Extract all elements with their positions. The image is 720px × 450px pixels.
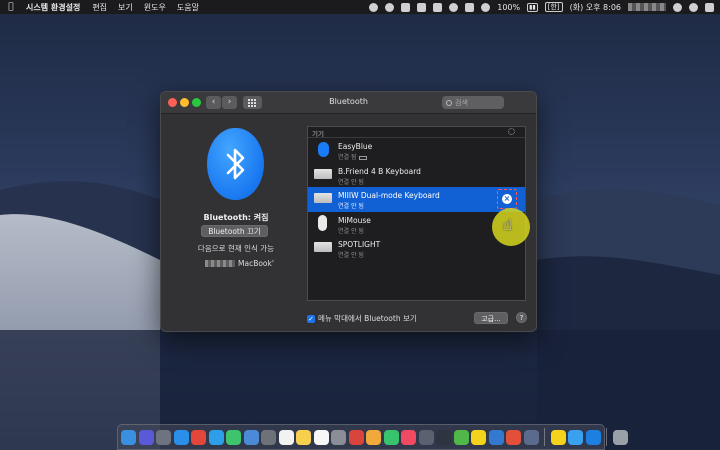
devices-header: 기기 (308, 127, 525, 138)
app-menu[interactable]: 시스템 환경설정 (26, 2, 80, 13)
reminders-icon[interactable] (313, 429, 329, 445)
input-source-icon[interactable]: [한] (544, 2, 563, 12)
battery-percent[interactable]: 100% (497, 3, 520, 12)
calendar-icon[interactable] (278, 429, 294, 445)
screen-record-icon[interactable] (401, 2, 411, 12)
teamviewer-icon[interactable] (585, 429, 601, 445)
keyboard-icon (314, 242, 332, 252)
device-status: 연결 안 됨 (338, 203, 364, 210)
messages-icon[interactable] (383, 429, 399, 445)
keynote-icon[interactable] (331, 429, 346, 445)
device-status: 연결 안 됨 (338, 227, 364, 235)
menu-help[interactable]: 도움말 (177, 2, 199, 13)
battery-icon[interactable]: ▮▮ (527, 2, 538, 12)
scanning-spinner-icon (508, 128, 515, 135)
device-name: EasyBlue (338, 142, 373, 151)
dock (117, 424, 628, 450)
image-capture-icon[interactable] (261, 429, 276, 445)
dropbox-icon[interactable] (417, 2, 427, 12)
menu-window[interactable]: 윈도우 (144, 2, 166, 13)
safari-icon[interactable] (173, 429, 189, 445)
photo-booth-icon[interactable] (348, 429, 364, 445)
app-store-icon[interactable] (208, 429, 224, 445)
notification-center-icon[interactable] (705, 2, 714, 12)
pointing-hand-cursor-icon: ☝ (503, 216, 513, 234)
kakaotalk-icon[interactable] (471, 429, 486, 445)
bluetooth-status: Bluetooth: 켜짐 (203, 213, 269, 222)
preview-icon[interactable] (243, 429, 259, 445)
device-name: MIIIW Dual-mode Keyboard (338, 191, 440, 200)
device-status: 연결 안 됨 (338, 178, 364, 186)
device-row[interactable]: SPOTLIGHT 연결 안 됨 (308, 236, 525, 261)
feedly-icon[interactable] (226, 429, 241, 445)
bluetooth-logo-icon (207, 128, 264, 200)
apple-menu-icon[interactable]:  (6, 2, 16, 12)
messages-status-icon[interactable] (369, 2, 379, 12)
advanced-button[interactable]: 고급... (474, 312, 508, 324)
show-in-menubar-label: 메뉴 막대에서 Bluetooth 보기 (318, 314, 417, 323)
activity-monitor-icon[interactable] (436, 429, 451, 445)
menu-edit[interactable]: 편집 (92, 2, 107, 13)
mouse-icon (318, 214, 327, 231)
battery-level-icon (359, 155, 368, 160)
evernote-icon[interactable] (453, 429, 469, 445)
show-in-menubar-checkbox[interactable]: ✓ 메뉴 막대에서 Bluetooth 보기 (307, 313, 417, 324)
search-input[interactable] (455, 98, 501, 107)
trash-icon[interactable] (612, 429, 628, 445)
menubar-clock[interactable]: (화) 오후 8:06 (570, 2, 621, 13)
keyboard-icon (314, 193, 332, 203)
ai-assistant-icon[interactable] (449, 2, 459, 12)
dock-separator (544, 428, 545, 446)
wifi-icon[interactable] (481, 2, 491, 12)
bluetooth-menu-icon[interactable] (465, 2, 475, 12)
notes-icon[interactable] (296, 429, 311, 445)
device-row[interactable]: EasyBlue 연결 됨 (308, 138, 525, 163)
icloud-icon[interactable] (568, 429, 583, 445)
utility-icon[interactable] (523, 429, 539, 445)
siri-icon[interactable] (689, 2, 698, 12)
xcode-icon[interactable] (488, 429, 504, 445)
finder-icon[interactable] (121, 429, 136, 445)
device-row[interactable]: B.Friend 4 B Keyboard 연결 안 됨 (308, 163, 525, 188)
discoverable-label: 다음으로 현재 인식 가능 (197, 244, 275, 253)
search-field[interactable] (442, 96, 504, 109)
photos-icon[interactable] (366, 429, 381, 445)
redacted-name (205, 260, 235, 267)
cloud-app-icon[interactable] (433, 2, 443, 12)
device-name: SPOTLIGHT (338, 240, 381, 249)
dock-separator (606, 428, 607, 446)
creative-cloud-icon[interactable] (385, 2, 395, 12)
device-row-selected[interactable]: MIIIW Dual-mode Keyboard 연결 안 됨 × (308, 187, 525, 212)
menu-bar:  시스템 환경설정 편집 보기 윈도우 도움말 100% ▮▮ [한] (화)… (0, 0, 720, 14)
help-button[interactable]: ? (516, 312, 527, 323)
kakaotalk-running-icon[interactable] (550, 429, 566, 445)
device-name: B.Friend 4 B Keyboard (338, 166, 421, 176)
device-status-text: 연결 됨 (338, 154, 357, 161)
window-titlebar: ‹ › Bluetooth (161, 92, 536, 114)
system-preferences-icon[interactable] (418, 429, 434, 445)
device-status: 연결 안 됨 (338, 252, 364, 259)
music-icon[interactable] (401, 429, 416, 445)
computer-name-text: MacBook' (238, 259, 274, 268)
chrome-icon[interactable] (191, 429, 206, 445)
search-icon (446, 99, 452, 106)
keyboard-icon (314, 168, 332, 179)
device-name: MiMouse (338, 215, 371, 225)
bluetooth-toggle-button[interactable]: Bluetooth 끄기 (201, 225, 268, 237)
user-name-redacted[interactable] (628, 3, 666, 11)
bluetooth-device-icon (318, 142, 329, 157)
spotlight-search-icon[interactable] (673, 2, 682, 12)
flashcard-icon[interactable] (506, 429, 521, 445)
checkmark-icon[interactable]: ✓ (307, 314, 315, 323)
remove-device-icon[interactable]: × (502, 194, 512, 204)
menu-view[interactable]: 보기 (118, 2, 133, 13)
bluetooth-preferences-window: ‹ › Bluetooth Bluetooth: 켜짐 Bluetooth 끄기… (160, 91, 537, 332)
device-status: 연결 됨 (338, 152, 368, 161)
siri-dock-icon[interactable] (138, 429, 154, 445)
devices-list[interactable]: 기기 EasyBlue 연결 됨 B.Friend 4 B Keyboard 연… (307, 126, 526, 301)
launchpad-icon[interactable] (156, 429, 171, 445)
computer-name: MacBook' (205, 259, 274, 268)
devices-header-label: 기기 (312, 130, 324, 138)
